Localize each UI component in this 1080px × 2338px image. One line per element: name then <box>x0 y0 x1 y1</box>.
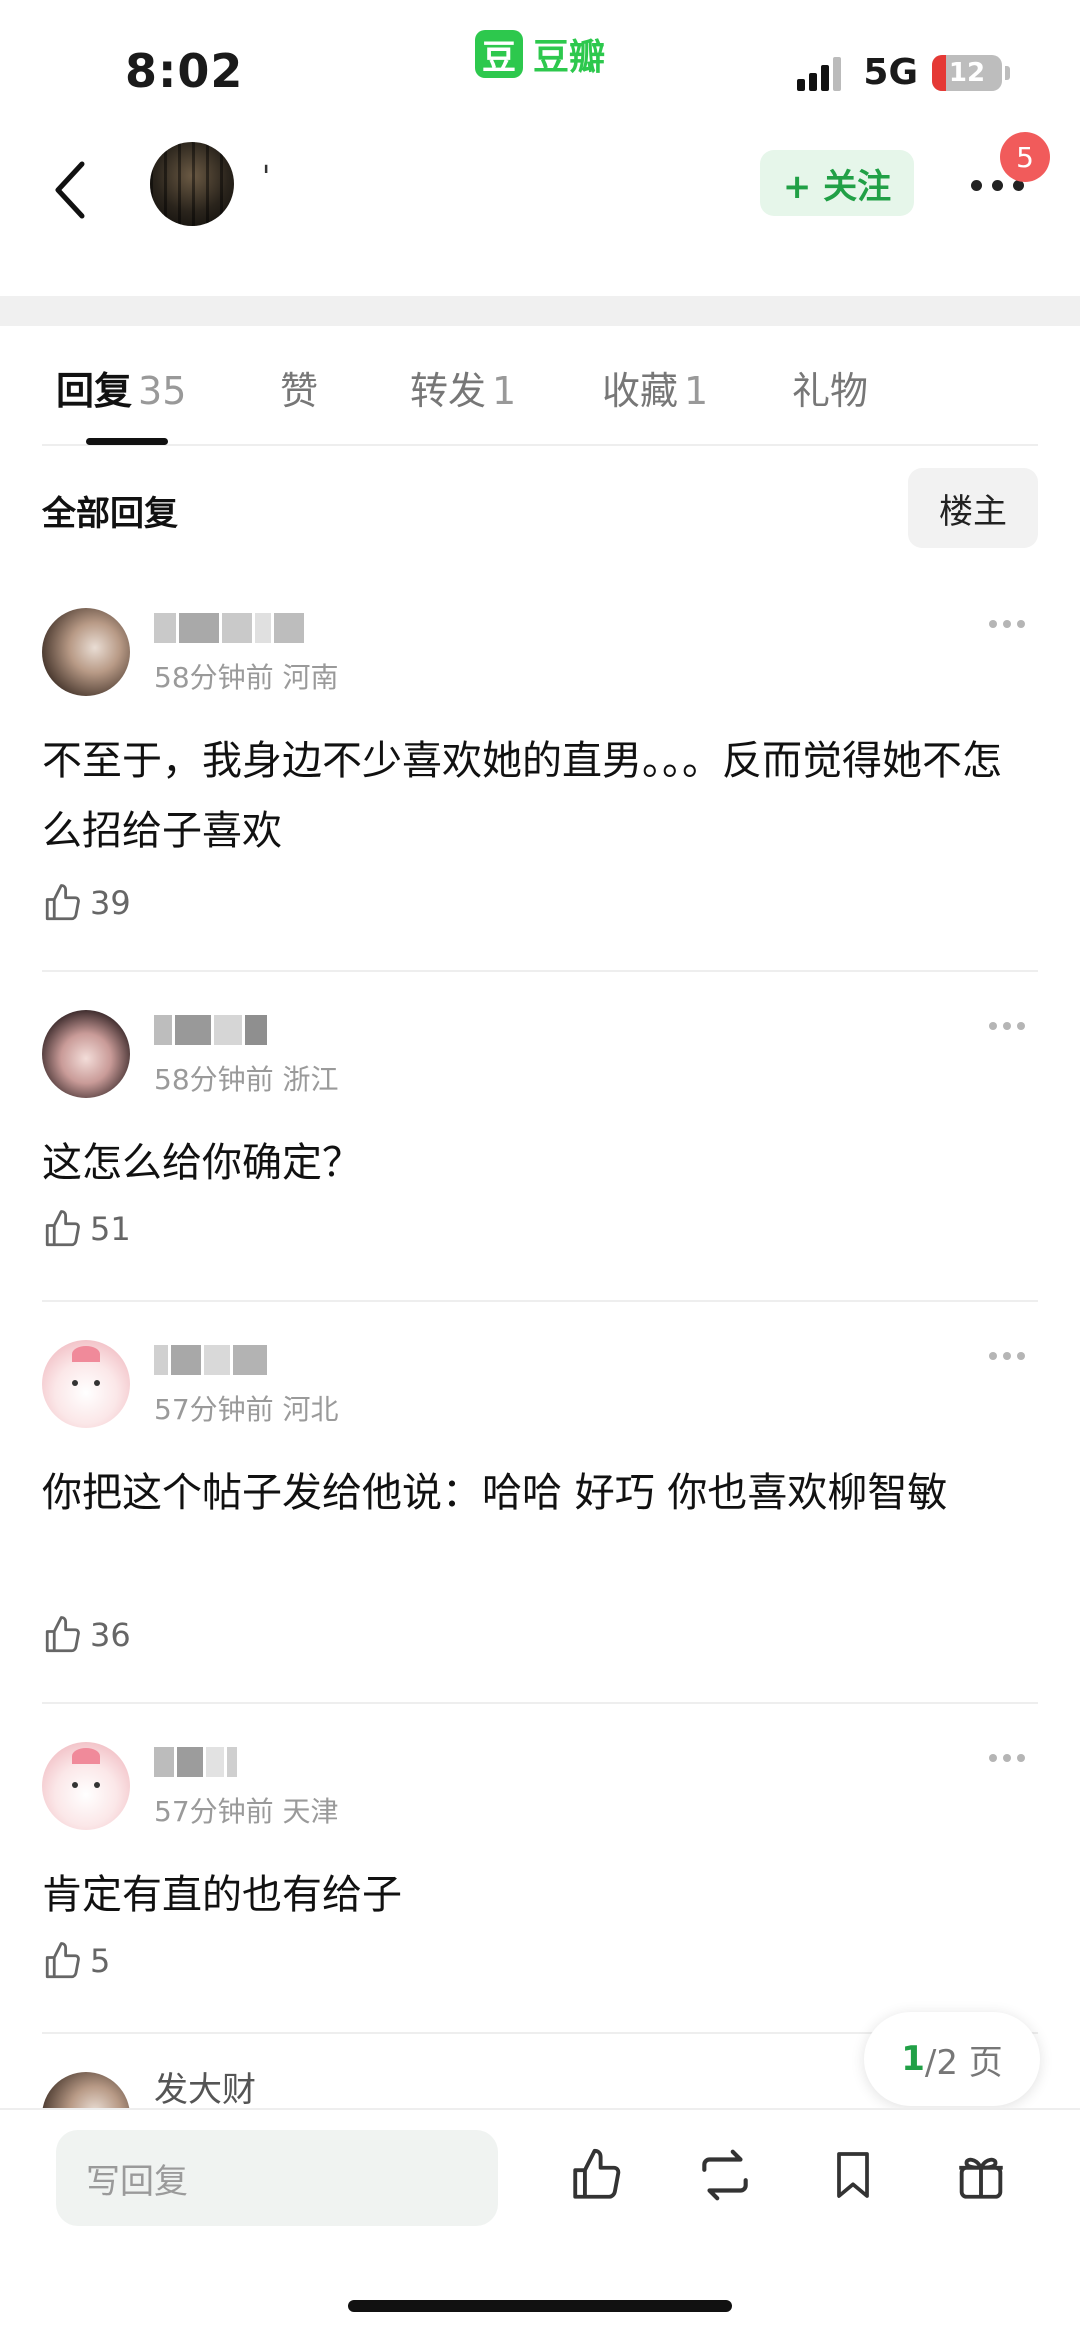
commenter-name-blurred <box>154 1742 240 1782</box>
commenter-name[interactable]: 发大财 <box>154 2062 256 2111</box>
comment-text: 这怎么给你确定？ <box>42 1140 362 1186</box>
author-name[interactable]: ' <box>262 160 270 195</box>
repost-icon <box>702 2149 748 2201</box>
tab-favorites[interactable]: 收藏 1 <box>602 360 708 415</box>
like-count: 36 <box>90 1616 131 1654</box>
thumbs-up-icon <box>45 1210 80 1247</box>
back-button[interactable] <box>40 150 100 230</box>
author-avatar[interactable] <box>150 142 234 226</box>
home-indicator[interactable] <box>348 2300 732 2312</box>
comment-meta: 58分钟前 河南 <box>154 661 339 694</box>
like-button[interactable]: 5 <box>42 1940 110 1982</box>
pagination-indicator[interactable]: 1/2 页 <box>864 2012 1040 2106</box>
like-button[interactable]: 36 <box>42 1614 131 1656</box>
commenter-avatar[interactable] <box>42 1742 130 1830</box>
douban-logo-icon: 豆 <box>475 30 523 78</box>
section-title: 全部回复 <box>42 494 178 534</box>
status-right: 5G 12 <box>797 52 1010 93</box>
commenter-avatar[interactable] <box>42 1010 130 1098</box>
post-tabs: 回复 35 赞 转发 1 收藏 1 礼物 <box>42 340 1038 446</box>
post-header: ' + 关注 5 <box>0 130 1080 250</box>
repost-button[interactable] <box>690 2140 760 2210</box>
chevron-left-icon <box>55 161 85 219</box>
commenter-name-blurred <box>154 1010 270 1050</box>
comment-meta: 57分钟前 河北 <box>154 1393 339 1426</box>
bookmark-icon <box>837 2152 869 2198</box>
like-count: 39 <box>90 884 131 922</box>
like-post-button[interactable] <box>562 2140 632 2210</box>
gift-button[interactable] <box>946 2140 1016 2210</box>
like-button[interactable]: 51 <box>42 1208 131 1250</box>
commenter-avatar[interactable] <box>42 1340 130 1428</box>
commenter-avatar[interactable] <box>42 608 130 696</box>
gift-icon <box>959 2157 1003 2199</box>
comment-more-button[interactable] <box>986 1754 1028 1762</box>
like-count: 5 <box>90 1942 111 1980</box>
status-app-name: 豆瓣 <box>533 37 606 78</box>
tab-reposts[interactable]: 转发 1 <box>410 360 516 415</box>
comment-divider <box>42 1702 1038 1704</box>
total-pages: /2 页 <box>924 2042 1003 2083</box>
battery-icon: 12 <box>932 54 1002 91</box>
replies-section-header: 全部回复 楼主 <box>42 468 1038 548</box>
tab-gifts[interactable]: 礼物 <box>792 360 868 415</box>
thumbs-up-icon <box>573 2148 621 2199</box>
tab-replies[interactable]: 回复 35 <box>56 360 186 415</box>
follow-button[interactable]: + 关注 <box>760 150 914 216</box>
commenter-name-blurred <box>154 608 307 648</box>
commenter-name-blurred <box>154 1340 270 1380</box>
comment-divider <box>42 970 1038 972</box>
status-app-indicator: 豆 豆瓣 <box>475 28 605 80</box>
thumbs-up-icon <box>45 1942 80 1979</box>
comment-text: 不至于，我身边不少喜欢她的直男。。。反而觉得她不怎么招给子喜欢 <box>42 738 1002 854</box>
battery-level: 12 <box>948 57 986 88</box>
thumbs-up-icon <box>45 884 80 921</box>
more-dots-icon <box>970 179 982 191</box>
comment-meta: 58分钟前 浙江 <box>154 1063 339 1096</box>
comment-divider <box>42 1300 1038 1302</box>
comment-more-button[interactable] <box>986 620 1028 628</box>
signal-icon <box>797 55 845 91</box>
like-button[interactable]: 39 <box>42 882 131 924</box>
current-page: 1 <box>901 2039 925 2079</box>
active-tab-indicator <box>86 438 168 445</box>
comment-meta: 57分钟前 天津 <box>154 1795 339 1828</box>
comment-text: 肯定有直的也有给子 <box>42 1872 402 1918</box>
comment-more-button[interactable] <box>986 1352 1028 1360</box>
bookmark-button[interactable] <box>818 2140 888 2210</box>
network-label: 5G <box>863 52 918 93</box>
thumbs-up-icon <box>45 1616 80 1653</box>
status-time: 8:02 <box>125 44 244 98</box>
tab-likes[interactable]: 赞 <box>280 360 318 415</box>
reply-input[interactable]: 写回复 <box>56 2130 498 2226</box>
status-bar: 8:02 豆 豆瓣 5G 12 <box>0 0 1080 130</box>
comment-more-button[interactable] <box>986 1022 1028 1030</box>
section-separator <box>0 296 1080 326</box>
op-only-filter-button[interactable]: 楼主 <box>908 468 1038 548</box>
notification-badge: 5 <box>1000 132 1050 182</box>
like-count: 51 <box>90 1210 131 1248</box>
comment-text: 你把这个帖子发给他说：哈哈 好巧 你也喜欢柳智敏 <box>42 1470 948 1516</box>
